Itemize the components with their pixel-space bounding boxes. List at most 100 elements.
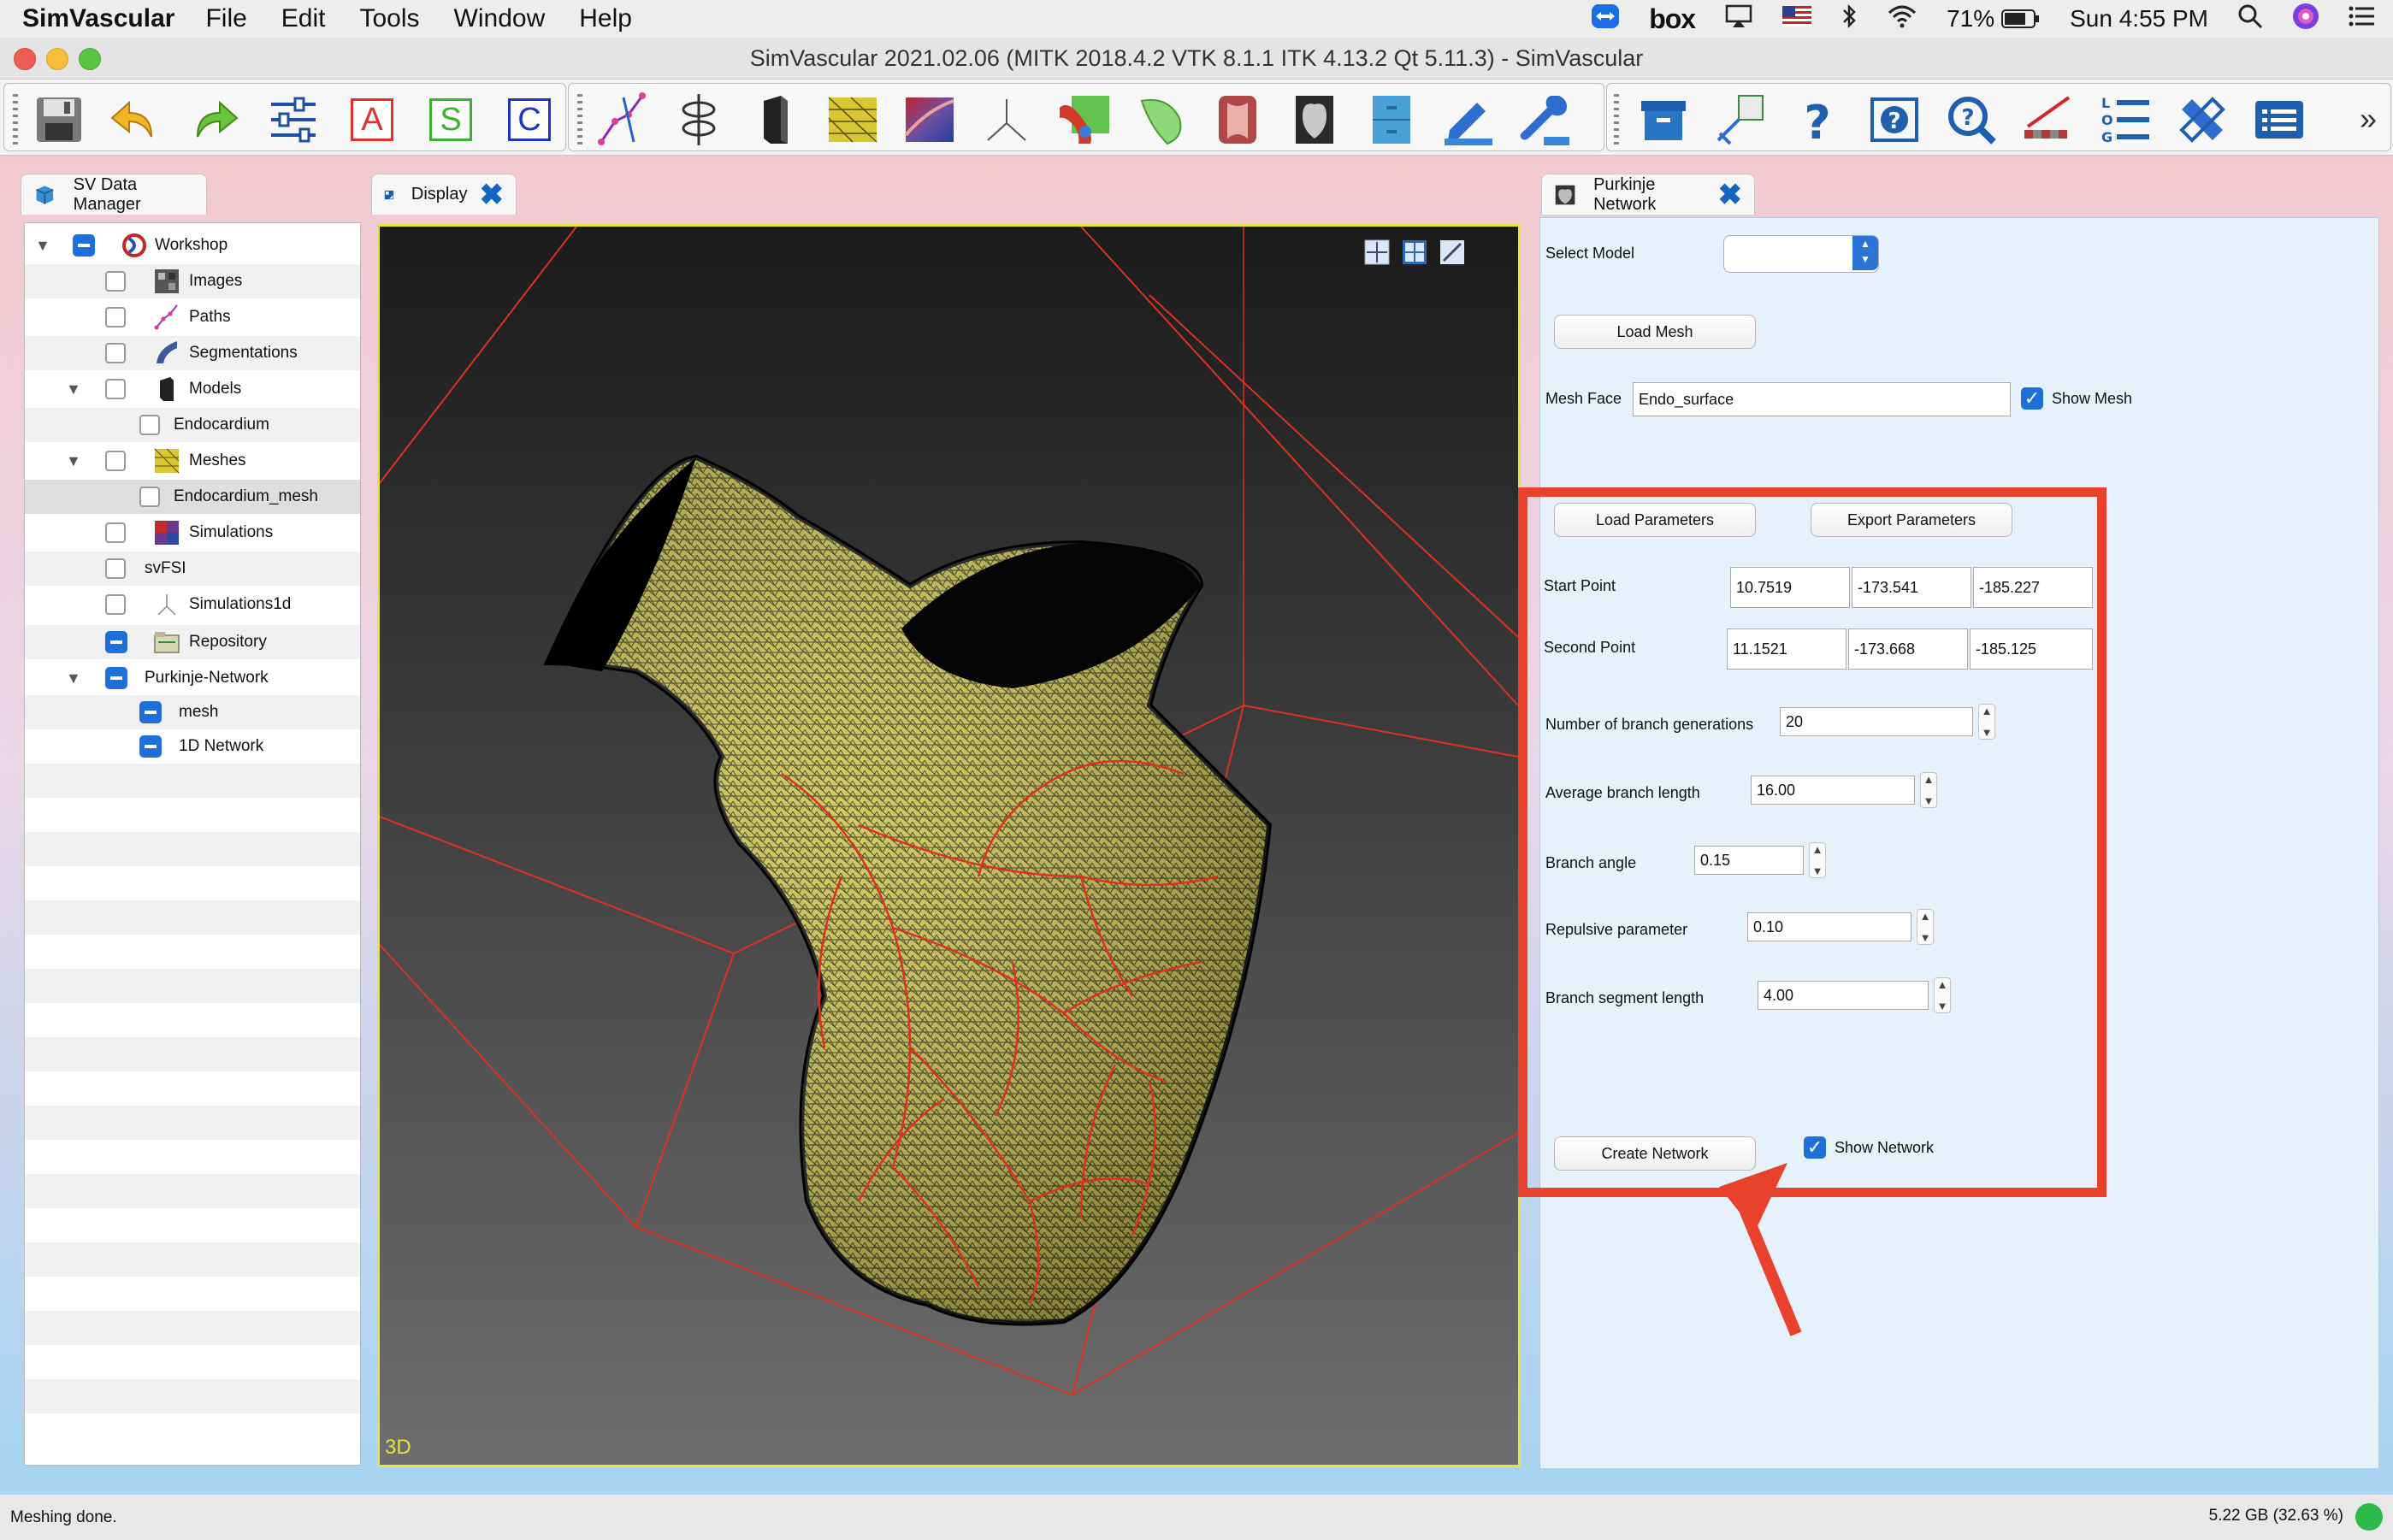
undo-button[interactable]: [103, 92, 165, 147]
toolbar-grip[interactable]: [13, 94, 18, 147]
simulation-1d-button[interactable]: [976, 92, 1037, 147]
imaging-button[interactable]: [1207, 92, 1268, 147]
control-center-icon[interactable]: [2349, 4, 2376, 34]
collapse-arrow-icon[interactable]: ▼: [66, 381, 81, 398]
tree-item-purkinje-network[interactable]: ▼ Purkinje-Network: [25, 661, 360, 695]
tree-item-mesh[interactable]: mesh: [25, 695, 360, 729]
box-icon[interactable]: box: [1649, 3, 1696, 35]
tree-item-simulations1d[interactable]: Simulations1d: [25, 587, 360, 622]
tree-item-paths[interactable]: Paths: [25, 300, 360, 334]
preferences-button[interactable]: [263, 92, 324, 147]
svfsi-button[interactable]: [1053, 92, 1114, 147]
close-tab-icon[interactable]: ✖: [1718, 180, 1743, 209]
transform-button[interactable]: [1710, 92, 1771, 147]
partial-checkbox[interactable]: [139, 701, 162, 723]
visibility-checkbox[interactable]: [139, 415, 160, 435]
tree-item-meshes[interactable]: ▼ Meshes: [25, 444, 360, 478]
log-button[interactable]: LOG: [2095, 92, 2156, 147]
help-button[interactable]: ?: [1787, 92, 1848, 147]
airplay-icon[interactable]: [1724, 3, 1753, 35]
visibility-checkbox[interactable]: [105, 594, 126, 615]
simulation-button[interactable]: [899, 92, 960, 147]
bluetooth-icon[interactable]: [1841, 3, 1858, 35]
visibility-checkbox[interactable]: [105, 451, 126, 471]
render-window-3d[interactable]: 3D: [377, 224, 1521, 1467]
battery-indicator[interactable]: 71%: [1947, 5, 2041, 32]
tree-item-1d-network[interactable]: 1D Network: [25, 729, 360, 764]
settings-tool-button[interactable]: [1515, 92, 1576, 147]
us-flag-icon[interactable]: [1782, 5, 1812, 32]
tree-item-endocardium-mesh[interactable]: Endocardium_mesh: [25, 480, 360, 514]
collapse-arrow-icon[interactable]: ▼: [35, 237, 50, 255]
partial-checkbox[interactable]: [105, 667, 127, 689]
visibility-checkbox[interactable]: [105, 558, 126, 579]
repository-button[interactable]: [1361, 92, 1422, 147]
model-button[interactable]: [745, 92, 807, 147]
redo-button[interactable]: [184, 92, 245, 147]
pen-tool-icon[interactable]: [1439, 239, 1466, 266]
visibility-checkbox[interactable]: [105, 271, 126, 292]
tree-item-images[interactable]: Images: [25, 264, 360, 298]
visibility-checkbox[interactable]: [105, 379, 126, 399]
axial-view-button[interactable]: A: [341, 92, 403, 147]
tree-item-repository[interactable]: Repository: [25, 625, 360, 659]
sagittal-view-button[interactable]: S: [420, 92, 482, 147]
clock[interactable]: Sun 4:55 PM: [2070, 5, 2208, 32]
siri-icon[interactable]: [2292, 3, 2319, 36]
archive-button[interactable]: [1633, 92, 1694, 147]
visibility-checkbox[interactable]: [105, 343, 126, 363]
visibility-checkbox[interactable]: [105, 522, 126, 543]
edit-properties-button[interactable]: [2171, 92, 2233, 147]
tab-purkinje-network[interactable]: Purkinje Network ✖: [1541, 174, 1755, 215]
mesh-face-field[interactable]: Endo_surface: [1633, 382, 2011, 416]
app-menu[interactable]: SimVascular: [22, 4, 174, 33]
tree-item-svfsi[interactable]: svFSI: [25, 552, 360, 586]
tree-item-endocardium[interactable]: Endocardium: [25, 408, 360, 442]
close-window-button[interactable]: [14, 48, 36, 70]
load-mesh-button[interactable]: Load Mesh: [1554, 315, 1756, 349]
measure-button[interactable]: [1438, 92, 1499, 147]
faq-button[interactable]: ?: [1864, 92, 1925, 147]
minimize-window-button[interactable]: [46, 48, 68, 70]
spotlight-search-icon[interactable]: [2237, 3, 2263, 35]
close-tab-icon[interactable]: ✖: [480, 180, 505, 209]
partial-checkbox[interactable]: [73, 234, 95, 257]
tree-item-workshop[interactable]: ▼ Workshop: [25, 228, 360, 263]
mesh-button[interactable]: [822, 92, 883, 147]
segmentation-button[interactable]: [668, 92, 730, 147]
show-mesh-checkbox[interactable]: ✓: [2021, 387, 2043, 410]
svrom-button[interactable]: [1130, 92, 1191, 147]
zoom-window-button[interactable]: [79, 48, 101, 70]
tree-item-segmentations[interactable]: Segmentations: [25, 336, 360, 370]
search-help-button[interactable]: ?: [1941, 92, 2002, 147]
partial-checkbox[interactable]: [139, 735, 162, 758]
toolbar-grip[interactable]: [1614, 94, 1619, 147]
menu-edit[interactable]: Edit: [281, 4, 326, 33]
menu-file[interactable]: File: [205, 4, 246, 33]
tab-display[interactable]: Display ✖: [371, 174, 517, 215]
visibility-checkbox[interactable]: [139, 487, 160, 507]
toolbar-grip[interactable]: [577, 94, 582, 147]
single-view-icon[interactable]: [1363, 239, 1391, 266]
wifi-icon[interactable]: [1887, 4, 1917, 34]
menu-tools[interactable]: Tools: [360, 4, 420, 33]
collapse-arrow-icon[interactable]: ▼: [66, 452, 81, 470]
menu-help[interactable]: Help: [579, 4, 632, 33]
report-issue-button[interactable]: [2018, 92, 2079, 147]
path-planning-button[interactable]: [591, 92, 653, 147]
toolbar-overflow-chevron-icon[interactable]: »: [2360, 101, 2377, 137]
collapse-arrow-icon[interactable]: ▼: [66, 670, 81, 687]
purkinje-network-button[interactable]: [1284, 92, 1345, 147]
tab-sv-data-manager[interactable]: SV Data Manager: [21, 174, 207, 215]
coronal-view-button[interactable]: C: [499, 92, 560, 147]
tree-item-simulations[interactable]: Simulations: [25, 516, 360, 550]
teamviewer-icon[interactable]: [1591, 3, 1620, 35]
visibility-checkbox[interactable]: [105, 307, 126, 327]
partial-checkbox[interactable]: [105, 631, 127, 653]
save-button[interactable]: [28, 92, 90, 147]
tree-item-models[interactable]: ▼ Models: [25, 372, 360, 406]
grid-layout-icon[interactable]: [1401, 239, 1428, 266]
data-manager-tree[interactable]: ▼ Workshop Images Paths Segmentations ▼ …: [24, 222, 361, 1466]
properties-button[interactable]: [2248, 92, 2310, 147]
select-model-dropdown[interactable]: ▲ ▼: [1723, 235, 1879, 273]
